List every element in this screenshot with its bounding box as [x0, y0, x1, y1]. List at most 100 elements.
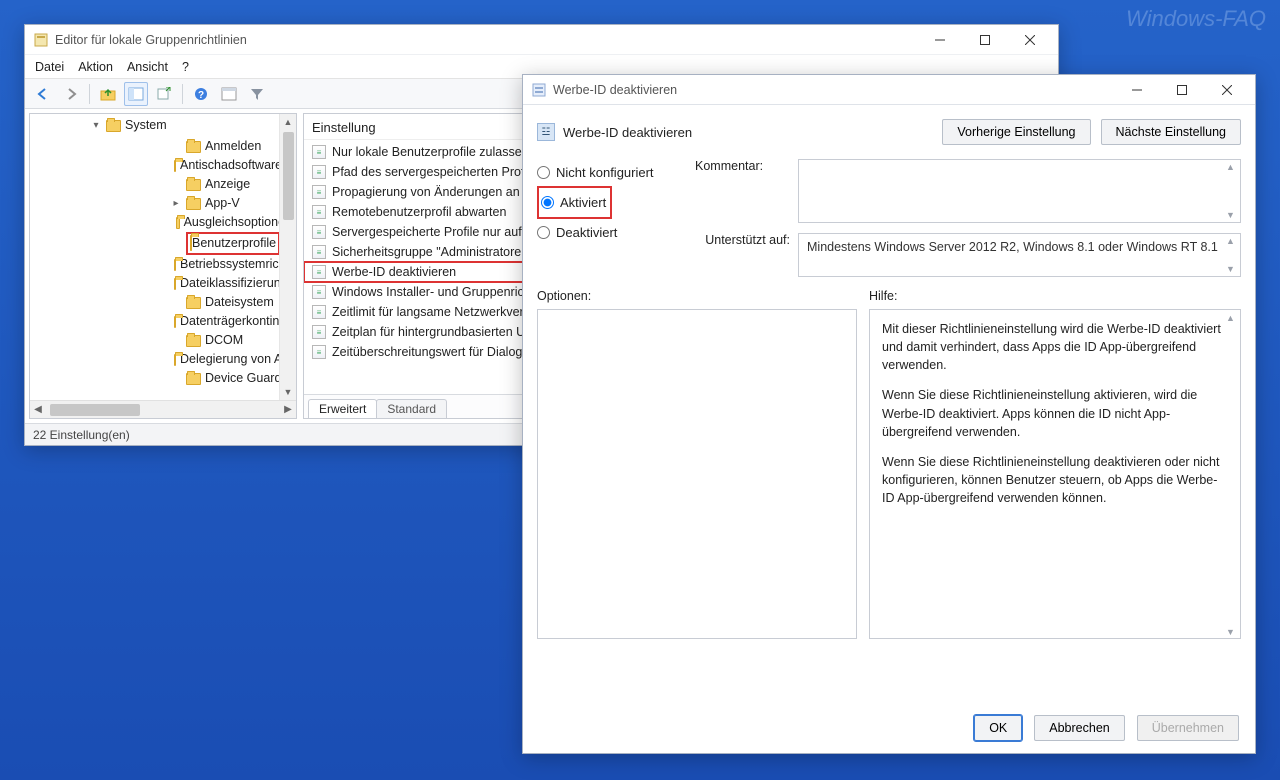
- apply-button[interactable]: Übernehmen: [1137, 715, 1239, 741]
- folder-icon: [106, 120, 121, 132]
- radio-disabled[interactable]: Deaktiviert: [537, 225, 687, 240]
- help-textbox[interactable]: Mit dieser Richtlinieneinstellung wird d…: [869, 309, 1241, 639]
- tree-node[interactable]: Antischadsoftware-Frühst: [170, 156, 296, 175]
- folder-icon: [174, 316, 176, 328]
- folder-icon: [174, 354, 176, 366]
- tree-node[interactable]: Device Guard: [170, 369, 296, 388]
- setting-label: Windows Installer- und Gruppenric: [332, 285, 524, 299]
- expand-icon[interactable]: ▸: [170, 194, 182, 213]
- dialog-minimize-button[interactable]: [1114, 76, 1159, 104]
- svg-text:?: ?: [198, 90, 204, 101]
- setting-icon: ≡: [312, 185, 326, 199]
- menu-view[interactable]: Ansicht: [127, 60, 168, 74]
- scroll-down-icon[interactable]: ▼: [280, 384, 296, 400]
- tree-node-system[interactable]: ▾System: [90, 116, 296, 135]
- scroll-up-icon[interactable]: ▲: [280, 114, 296, 130]
- show-hide-tree-button[interactable]: [124, 82, 148, 106]
- menu-action[interactable]: Aktion: [78, 60, 113, 74]
- tree-node[interactable]: Betriebssystemrichtlinien: [170, 255, 296, 274]
- radio-not-configured[interactable]: Nicht konfiguriert: [537, 165, 687, 180]
- dialog-title-icon: [531, 82, 547, 98]
- radio-label: Deaktiviert: [556, 225, 617, 240]
- panel-button[interactable]: [217, 82, 241, 106]
- supported-on-box: Mindestens Windows Server 2012 R2, Windo…: [798, 233, 1241, 277]
- help-paragraph: Wenn Sie diese Richtlinieneinstellung de…: [882, 453, 1228, 507]
- back-button[interactable]: [31, 82, 55, 106]
- radio-enabled[interactable]: Aktiviert: [541, 195, 606, 210]
- setting-label: Werbe-ID deaktivieren: [332, 265, 456, 279]
- tab-extended[interactable]: Erweitert: [308, 399, 377, 418]
- folder-icon: [174, 160, 176, 172]
- tree-node[interactable]: Delegierung von Anmeld: [170, 350, 296, 369]
- setting-icon: ≡: [312, 305, 326, 319]
- tab-standard[interactable]: Standard: [376, 399, 447, 418]
- tree-label: App-V: [205, 194, 240, 213]
- scroll-right-icon[interactable]: ▶: [280, 404, 296, 415]
- scroll-left-icon[interactable]: ◀: [30, 404, 46, 415]
- scroll-thumb[interactable]: [283, 132, 294, 220]
- spin-down-icon[interactable]: ▼: [1226, 626, 1236, 636]
- policy-icon: ☳: [537, 123, 555, 141]
- setting-label: Zeitüberschreitungswert für Dialog: [332, 345, 522, 359]
- comment-textbox[interactable]: ▲ ▼: [798, 159, 1241, 223]
- folder-icon: [186, 198, 201, 210]
- prev-setting-button[interactable]: Vorherige Einstellung: [942, 119, 1090, 145]
- setting-icon: ≡: [312, 225, 326, 239]
- editor-titlebar[interactable]: Editor für lokale Gruppenrichtlinien: [25, 25, 1058, 55]
- dialog-close-button[interactable]: [1204, 76, 1249, 104]
- tree-label: Anmelden: [205, 137, 261, 156]
- minimize-button[interactable]: [917, 26, 962, 54]
- setting-icon: ≡: [312, 345, 326, 359]
- tree-node[interactable]: Benutzerprofile: [170, 232, 296, 255]
- editor-title: Editor für lokale Gruppenrichtlinien: [55, 33, 247, 47]
- ok-button[interactable]: OK: [974, 715, 1022, 741]
- tree-node[interactable]: Dateiklassifizierungsinfra: [170, 274, 296, 293]
- tree-node[interactable]: Datenträgerkontingente: [170, 312, 296, 331]
- tree-node[interactable]: Anzeige: [170, 175, 296, 194]
- spin-up-icon[interactable]: ▲: [1226, 162, 1236, 172]
- spin-up-icon[interactable]: ▲: [1226, 312, 1236, 322]
- spin-up-icon[interactable]: ▲: [1226, 236, 1236, 246]
- cancel-button[interactable]: Abbrechen: [1034, 715, 1124, 741]
- setting-icon: ≡: [312, 285, 326, 299]
- dialog-maximize-button[interactable]: [1159, 76, 1204, 104]
- setting-icon: ≡: [312, 265, 326, 279]
- hscroll-thumb[interactable]: [50, 404, 140, 416]
- setting-label: Pfad des servergespeicherten Profil: [332, 165, 530, 179]
- tree-node[interactable]: DCOM: [170, 331, 296, 350]
- menu-file[interactable]: Datei: [35, 60, 64, 74]
- tree-vertical-scrollbar[interactable]: ▲ ▼: [279, 114, 296, 400]
- setting-label: Propagierung von Änderungen an: [332, 185, 520, 199]
- setting-icon: ≡: [312, 245, 326, 259]
- tree-horizontal-scrollbar[interactable]: ◀ ▶: [30, 400, 296, 418]
- status-text: 22 Einstellung(en): [33, 428, 130, 442]
- setting-label: Servergespeicherte Profile nur auf p: [332, 225, 532, 239]
- tree-label: Benutzerprofile: [192, 236, 276, 250]
- setting-icon: ≡: [312, 325, 326, 339]
- help-button[interactable]: ?: [189, 82, 213, 106]
- tree-node[interactable]: ▸ App-V: [170, 194, 296, 213]
- setting-label: Sicherheitsgruppe "Administratoren: [332, 245, 528, 259]
- watermark-text: Windows-FAQ: [1126, 6, 1266, 32]
- filter-button[interactable]: [245, 82, 269, 106]
- close-button[interactable]: [1007, 26, 1052, 54]
- comment-label: Kommentar:: [695, 159, 790, 173]
- tree-node[interactable]: Ausgleichsoptionen: [170, 213, 296, 232]
- export-list-button[interactable]: [152, 82, 176, 106]
- folder-icon: [174, 259, 176, 271]
- radio-label: Aktiviert: [560, 195, 606, 210]
- tree-pane[interactable]: ▾System AnmeldenAntischadsoftware-Frühst…: [29, 113, 297, 419]
- tree-label: Dateisystem: [205, 293, 274, 312]
- tree-node[interactable]: Anmelden: [170, 137, 296, 156]
- folder-icon: [174, 278, 176, 290]
- maximize-button[interactable]: [962, 26, 1007, 54]
- folder-icon: [176, 217, 180, 229]
- menu-help[interactable]: ?: [182, 60, 189, 74]
- forward-button[interactable]: [59, 82, 83, 106]
- up-folder-button[interactable]: [96, 82, 120, 106]
- spin-down-icon[interactable]: ▼: [1226, 210, 1236, 220]
- spin-down-icon[interactable]: ▼: [1226, 264, 1236, 274]
- tree-node[interactable]: Dateisystem: [170, 293, 296, 312]
- dialog-titlebar[interactable]: Werbe-ID deaktivieren: [523, 75, 1255, 105]
- next-setting-button[interactable]: Nächste Einstellung: [1101, 119, 1241, 145]
